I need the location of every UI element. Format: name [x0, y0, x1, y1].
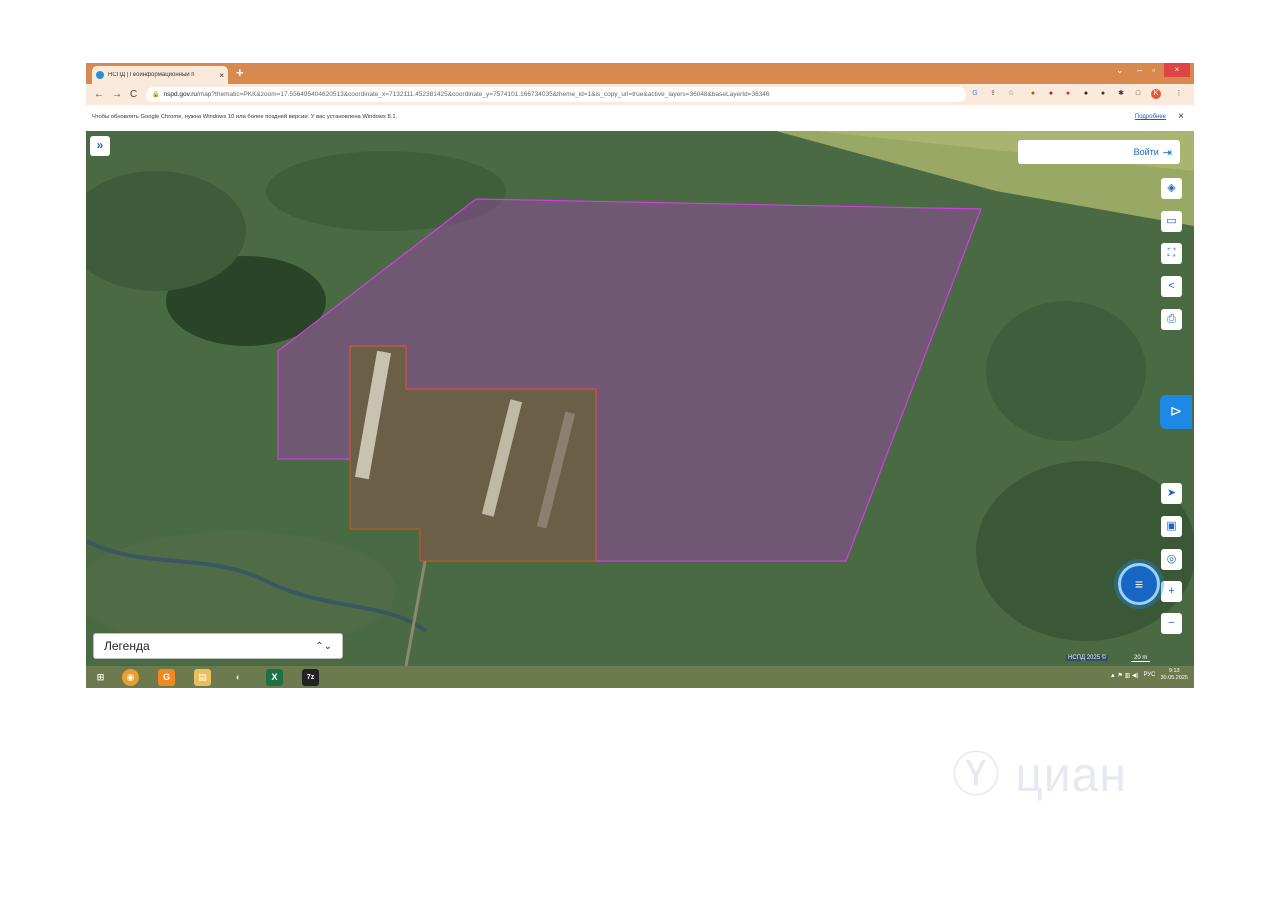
zoom-in-button[interactable]: +	[1161, 581, 1182, 602]
clock[interactable]: 9:13 30.05.2025	[1160, 668, 1188, 682]
favicon-icon	[96, 71, 104, 79]
browser-icon[interactable]: ◐	[230, 669, 247, 686]
back-button[interactable]: ←	[94, 89, 104, 100]
chat-button[interactable]: ≡	[1118, 563, 1160, 605]
new-tab-button[interactable]: +	[236, 65, 244, 80]
minimap-button[interactable]: ▣	[1161, 516, 1182, 537]
print-button[interactable]: ⎙	[1161, 309, 1182, 330]
tab-search-icon[interactable]: ⌄	[1116, 65, 1124, 76]
sidepanel-icon[interactable]: □	[1133, 89, 1143, 99]
app-icon[interactable]: G	[158, 669, 175, 686]
cian-watermark: Ⓨ циан	[952, 749, 1127, 802]
update-infobar: Чтобы обновлять Google Chrome, нужна Win…	[86, 105, 1194, 132]
url-host: nspd.gov.ru	[163, 91, 197, 98]
minimize-button[interactable]: –	[1137, 65, 1142, 75]
profile-icon[interactable]: K	[1151, 89, 1161, 99]
extension-icon[interactable]: ●	[1098, 89, 1108, 99]
tray-icons[interactable]: ▲ ⚑ ▥ ◀)	[1110, 672, 1139, 679]
url-path: /map?thematic=PKK&zoom=17.55649540462051…	[196, 91, 770, 98]
map-view[interactable]: » Войти ⇥ ◈ ▭ ⛶ < ⎙ ⊳ ➤ ▣ ◎ + − ≡ Легенд…	[86, 131, 1194, 666]
legend-label: Легенда	[104, 639, 150, 653]
layers-button[interactable]: ◈	[1161, 178, 1182, 199]
login-label: Войти	[1133, 147, 1159, 157]
tab-close-icon[interactable]: ×	[219, 71, 224, 80]
infobar-details-link[interactable]: Подробнее	[1135, 114, 1166, 120]
scale-bar: 20 m	[1131, 655, 1151, 662]
extension-icon[interactable]: ●	[1081, 89, 1091, 99]
legend-select[interactable]: Легенда ⌃⌄	[93, 633, 343, 659]
extension-icon[interactable]: ●	[1046, 89, 1056, 99]
language-indicator[interactable]: РУС	[1143, 672, 1155, 678]
menu-icon[interactable]: ⋮	[1174, 89, 1184, 99]
start-button[interactable]: ⊞	[92, 669, 109, 686]
login-icon: ⇥	[1162, 146, 1172, 159]
windows-taskbar: ⊞ ◉ G ▤ ◐ X 7z ▲ ⚑ ▥ ◀) РУС 9:13 30.05.2…	[86, 666, 1194, 688]
geolocation-button[interactable]: ◎	[1161, 549, 1182, 570]
locate-button[interactable]: ➤	[1161, 483, 1182, 504]
extension-icon[interactable]: ●	[1028, 89, 1038, 99]
map-attribution: НСПД 2025 ©	[1066, 655, 1109, 661]
excel-icon[interactable]: X	[266, 669, 283, 686]
bookmark-star-icon[interactable]: ☆	[1006, 89, 1016, 99]
satellite-imagery	[86, 131, 1194, 666]
reload-button[interactable]: C	[130, 89, 137, 100]
system-tray: ▲ ⚑ ▥ ◀) РУС 9:13 30.05.2025	[1110, 668, 1188, 682]
zoom-out-button[interactable]: −	[1161, 613, 1182, 634]
chevron-updown-icon: ⌃⌄	[315, 640, 332, 652]
side-panel-button[interactable]: ⊳	[1160, 395, 1192, 429]
clock-date: 30.05.2025	[1160, 675, 1188, 681]
share-page-icon[interactable]: ⇪	[988, 89, 998, 99]
address-bar: ← → C 🔒 nspd.gov.ru /map?thematic=PKK&zo…	[86, 84, 1194, 105]
infobar-message: Чтобы обновлять Google Chrome, нужна Win…	[92, 114, 398, 120]
login-button[interactable]: Войти ⇥	[1018, 140, 1180, 164]
tab-title: НСПД | Геоинформационный п	[108, 72, 195, 78]
clock-time: 9:13	[1168, 668, 1180, 674]
extension-icon[interactable]: ●	[1063, 89, 1073, 99]
share-button[interactable]: <	[1161, 276, 1182, 297]
tab-strip: НСПД | Геоинформационный п × + ⌄ – ▫ ×	[86, 63, 1194, 84]
chrome-icon[interactable]: ◉	[122, 669, 139, 686]
url-field[interactable]: 🔒 nspd.gov.ru /map?thematic=PKK&zoom=17.…	[146, 87, 966, 102]
explorer-icon[interactable]: ▤	[194, 669, 211, 686]
screenshot: НСПД | Геоинформационный п × + ⌄ – ▫ × ←…	[86, 63, 1194, 688]
lock-icon: 🔒	[152, 92, 160, 98]
google-icon[interactable]: G	[970, 89, 980, 99]
select-area-button[interactable]: ⛶	[1161, 243, 1182, 264]
browser-tab[interactable]: НСПД | Геоинформационный п ×	[92, 66, 228, 84]
expand-panel-button[interactable]: »	[90, 136, 110, 156]
window-close-button[interactable]: ×	[1164, 63, 1190, 77]
puzzle-icon[interactable]: ✱	[1116, 89, 1126, 99]
7zip-icon[interactable]: 7z	[302, 669, 319, 686]
maximize-button[interactable]: ▫	[1152, 65, 1155, 75]
ruler-button[interactable]: ▭	[1161, 211, 1182, 232]
infobar-close-icon[interactable]: ×	[1178, 111, 1184, 122]
forward-button[interactable]: →	[112, 89, 122, 100]
